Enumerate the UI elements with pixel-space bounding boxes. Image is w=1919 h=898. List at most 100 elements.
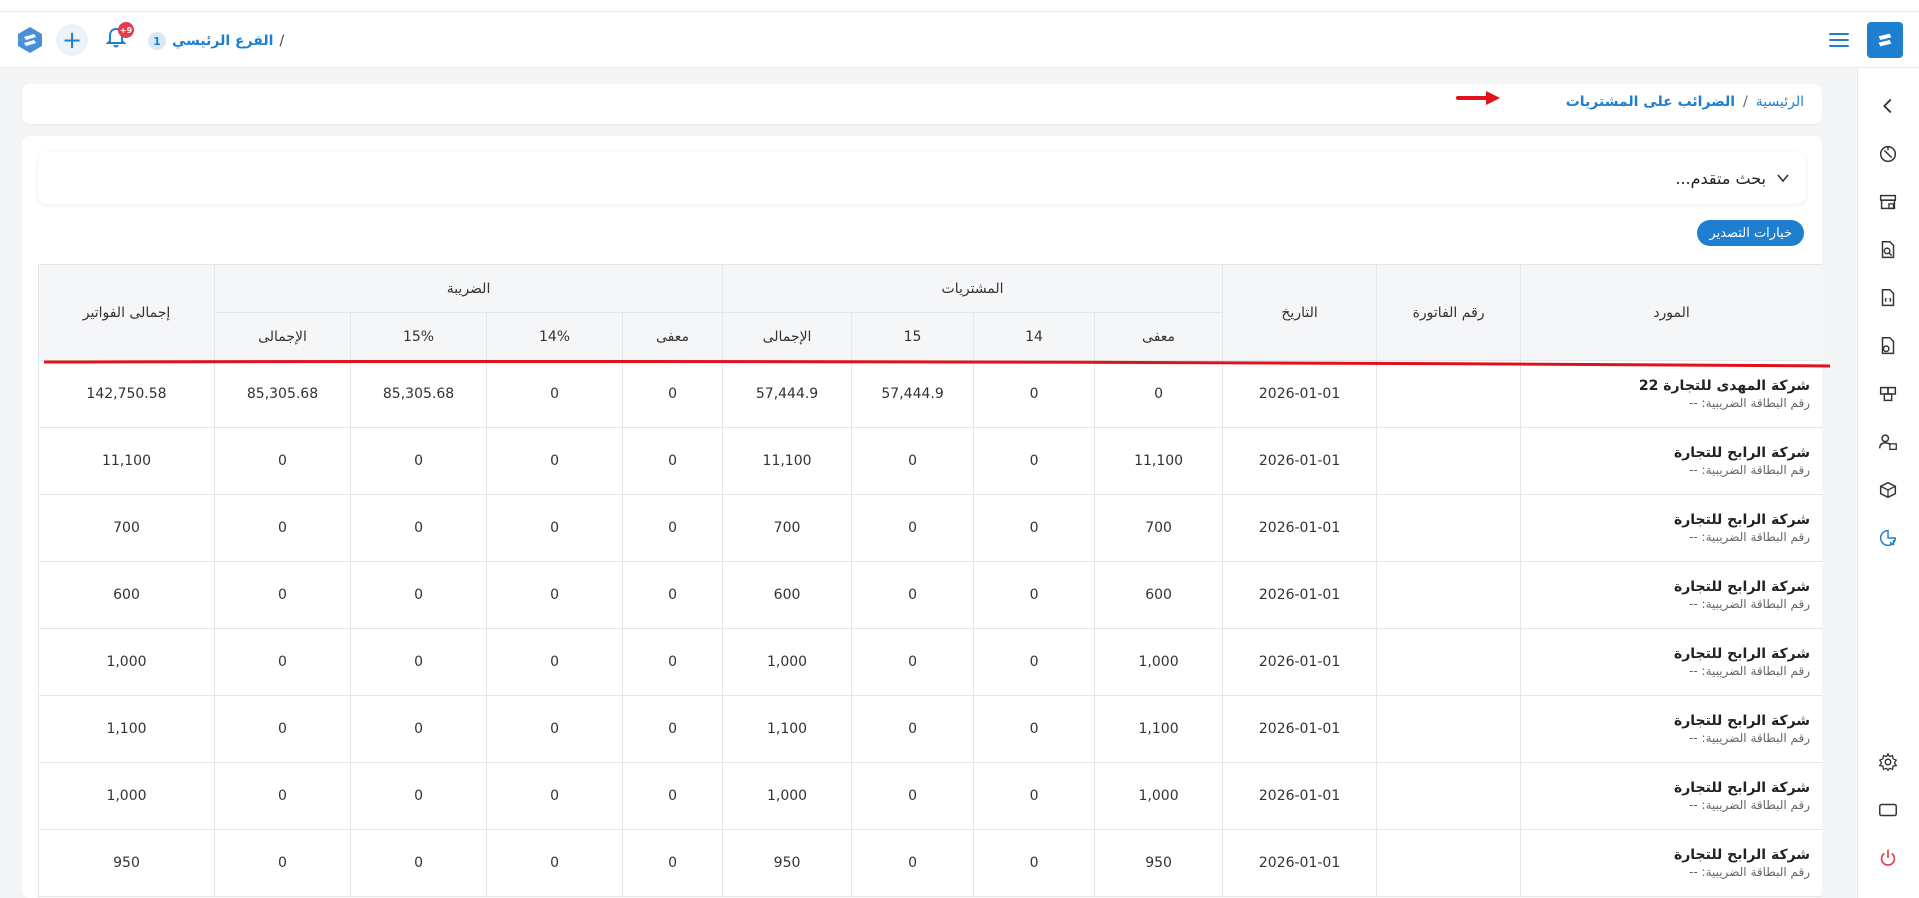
cell-t-total: 85,305.68 <box>213 360 352 428</box>
branch-separator: / <box>279 33 285 49</box>
cell-p14: 0 <box>973 427 1096 495</box>
cell-t-exempt: 0 <box>622 829 724 897</box>
export-options-button[interactable]: خيارات التصدير <box>1697 220 1804 246</box>
cell-t-exempt: 0 <box>622 561 724 629</box>
cell-p-total: 1,000 <box>722 762 853 830</box>
cell-t-exempt: 0 <box>622 695 724 763</box>
advanced-search-toggle[interactable]: بحث متقدم... <box>38 152 1806 204</box>
cell-t-exempt: 0 <box>622 628 724 696</box>
advanced-search-label: بحث متقدم... <box>1675 168 1766 188</box>
invoice-icon[interactable] <box>1876 286 1900 310</box>
table-row[interactable]: شركة الرابح للتجارة رقم البطاقة الضريبية:… <box>38 829 1822 897</box>
cell-t14: 0 <box>486 494 624 562</box>
cell-supplier: شركة الرابح للتجارة رقم البطاقة الضريبية:… <box>1520 494 1822 562</box>
settings-icon[interactable] <box>1876 750 1900 774</box>
notification-badge: +9 <box>118 22 134 38</box>
cell-p-exempt: 11,100 <box>1094 427 1224 495</box>
report-card: بحث متقدم... خيارات التصدير المورد رقم ا… <box>22 136 1822 898</box>
supplier-name: شركة الرابح للتجارة <box>1673 579 1811 595</box>
cell-supplier: شركة الرابح للتجارة رقم البطاقة الضريبية:… <box>1520 427 1822 495</box>
cell-p15: 0 <box>851 494 975 562</box>
app-logo-icon[interactable] <box>16 26 44 54</box>
cell-grand: 142,750.58 <box>38 360 215 428</box>
cell-t14: 0 <box>486 628 624 696</box>
cell-supplier: شركة الرابح للتجارة رقم البطاقة الضريبية:… <box>1520 829 1822 897</box>
cell-t-total: 0 <box>213 762 352 830</box>
supplier-name: شركة الرابح للتجارة <box>1673 847 1811 863</box>
cell-invoice <box>1376 628 1522 696</box>
hamburger-menu-icon[interactable] <box>1829 30 1849 50</box>
cell-date: 2026-01-01 <box>1222 494 1378 562</box>
document-lock-icon[interactable] <box>1876 334 1900 358</box>
cell-p-exempt: 1,000 <box>1094 628 1224 696</box>
tax-card-number: رقم البطاقة الضريبية: -- <box>1689 396 1811 410</box>
cell-p15: 0 <box>851 829 975 897</box>
cell-p-exempt: 1,100 <box>1094 695 1224 763</box>
cell-invoice <box>1376 695 1522 763</box>
cell-date: 2026-01-01 <box>1222 360 1378 428</box>
collapse-chevron-icon[interactable] <box>1876 94 1900 118</box>
branch-selector[interactable]: / الفرع الرئيسي 1 <box>148 30 284 52</box>
search-document-icon[interactable] <box>1876 238 1900 262</box>
cell-p15: 0 <box>851 561 975 629</box>
cell-t15: 0 <box>350 494 488 562</box>
cell-p-exempt: 600 <box>1094 561 1224 629</box>
reports-chart-icon[interactable] <box>1876 526 1900 550</box>
table-row[interactable]: شركة الرابح للتجارة رقم البطاقة الضريبية:… <box>38 628 1822 696</box>
header-tax-15: 15% <box>350 312 488 361</box>
table-row[interactable]: شركة الرابح للتجارة رقم البطاقة الضريبية:… <box>38 762 1822 830</box>
cell-t-total: 0 <box>213 494 352 562</box>
tax-card-number: رقم البطاقة الضريبية: -- <box>1689 463 1811 477</box>
cell-supplier: شركة الرابح للتجارة رقم البطاقة الضريبية:… <box>1520 628 1822 696</box>
breadcrumb: الرئيسية / الضرائب على المشتريات <box>1566 94 1804 110</box>
cell-grand: 600 <box>38 561 215 629</box>
cell-p-exempt: 950 <box>1094 829 1224 897</box>
cell-t-total: 0 <box>213 628 352 696</box>
cell-t-total: 0 <box>213 695 352 763</box>
users-icon[interactable] <box>1876 430 1900 454</box>
screen-icon[interactable] <box>1876 798 1900 822</box>
cell-p15: 57,444.9 <box>851 360 975 428</box>
table-row[interactable]: شركة الرابح للتجارة رقم البطاقة الضريبية:… <box>38 695 1822 763</box>
cell-p-exempt: 700 <box>1094 494 1224 562</box>
cell-t15: 0 <box>350 762 488 830</box>
table-row[interactable]: شركة الرابح للتجارة رقم البطاقة الضريبية:… <box>38 494 1822 562</box>
header-purchases: المشتريات <box>722 264 1224 313</box>
table-row[interactable]: شركة المهدى للتجارة 22 رقم البطاقة الضريب… <box>38 360 1822 428</box>
cell-t14: 0 <box>486 427 624 495</box>
tax-card-number: رقم البطاقة الضريبية: -- <box>1689 731 1811 745</box>
power-icon[interactable] <box>1876 846 1900 870</box>
red-arrow-annotation-icon <box>1456 91 1500 105</box>
cell-p14: 0 <box>973 762 1096 830</box>
tax-card-number: رقم البطاقة الضريبية: -- <box>1689 530 1811 544</box>
cell-t-exempt: 0 <box>622 427 724 495</box>
add-button[interactable]: + <box>56 24 88 56</box>
inventory-icon[interactable] <box>1876 478 1900 502</box>
table-row[interactable]: شركة الرابح للتجارة رقم البطاقة الضريبية:… <box>38 561 1822 629</box>
cell-p14: 0 <box>973 561 1096 629</box>
cell-supplier: شركة الرابح للتجارة رقم البطاقة الضريبية:… <box>1520 695 1822 763</box>
dashboard-icon[interactable] <box>1876 142 1900 166</box>
notifications-button[interactable]: +9 <box>104 22 134 54</box>
breadcrumb-current: الضرائب على المشتريات <box>1565 94 1736 110</box>
cell-p14: 0 <box>973 695 1096 763</box>
cell-p-total: 1,000 <box>722 628 853 696</box>
cell-t14: 0 <box>486 829 624 897</box>
top-header: + +9 / الفرع الرئيسي 1 <box>0 12 1919 68</box>
cell-invoice <box>1376 762 1522 830</box>
breadcrumb-home-link[interactable]: الرئيسية <box>1756 94 1804 110</box>
store-icon[interactable] <box>1876 190 1900 214</box>
breadcrumb-card: الرئيسية / الضرائب على المشتريات <box>22 84 1822 124</box>
cell-p-total: 11,100 <box>722 427 853 495</box>
header-invoices-total: إجمالى الفواتير <box>38 264 215 361</box>
table-row[interactable]: شركة الرابح للتجارة رقم البطاقة الضريبية:… <box>38 427 1822 495</box>
header-purchases-14: 14 <box>973 312 1096 361</box>
cell-t-exempt: 0 <box>622 494 724 562</box>
brand-logo-icon[interactable] <box>1867 22 1903 58</box>
cell-t15: 0 <box>350 561 488 629</box>
cell-t-exempt: 0 <box>622 360 724 428</box>
cell-t15: 0 <box>350 829 488 897</box>
boxes-icon[interactable] <box>1876 382 1900 406</box>
cell-p-total: 950 <box>722 829 853 897</box>
table-body: شركة المهدى للتجارة 22 رقم البطاقة الضريب… <box>38 360 1822 897</box>
